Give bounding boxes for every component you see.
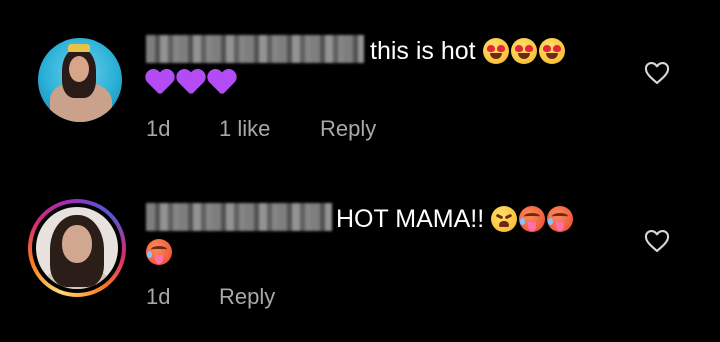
- comment-emoji-line: [146, 239, 174, 265]
- hot-face-emoji-icon: [519, 206, 546, 232]
- comment-text: HOT MAMA!!: [336, 205, 485, 233]
- reply-button[interactable]: Reply: [320, 116, 376, 142]
- heart-eyes-emoji-icon: [538, 38, 565, 64]
- purple-heart-emoji-icon: [177, 70, 205, 96]
- comment-like-count[interactable]: 1 like: [219, 116, 270, 142]
- comment-item: HOT MAMA!! 1d Reply: [0, 171, 720, 342]
- comment-timestamp: 1d: [146, 284, 171, 309]
- purple-heart-emoji-icon: [146, 70, 174, 96]
- heart-eyes-emoji-icon: [510, 38, 537, 64]
- username-redacted[interactable]: [146, 203, 332, 231]
- comment-emoji-line: [146, 70, 239, 100]
- heart-outline-icon[interactable]: [643, 227, 671, 255]
- reply-button[interactable]: Reply: [219, 284, 275, 310]
- username-redacted[interactable]: [146, 35, 364, 63]
- hot-face-emoji-icon: [547, 206, 574, 232]
- comment-text-line: HOT MAMA!!: [336, 204, 575, 234]
- comment-text: this is hot: [370, 37, 476, 65]
- tired-face-emoji-icon: [491, 206, 518, 232]
- heart-outline-icon[interactable]: [643, 59, 671, 87]
- avatar[interactable]: [38, 38, 122, 122]
- comment-text-line: this is hot: [370, 36, 567, 66]
- heart-eyes-emoji-icon: [482, 38, 509, 64]
- avatar[interactable]: [36, 207, 118, 289]
- comment-timestamp: 1d: [146, 116, 171, 141]
- purple-heart-emoji-icon: [208, 70, 236, 96]
- hot-face-emoji-icon: [146, 239, 172, 265]
- comment-item: this is hot 1d 1 like Reply: [0, 0, 720, 171]
